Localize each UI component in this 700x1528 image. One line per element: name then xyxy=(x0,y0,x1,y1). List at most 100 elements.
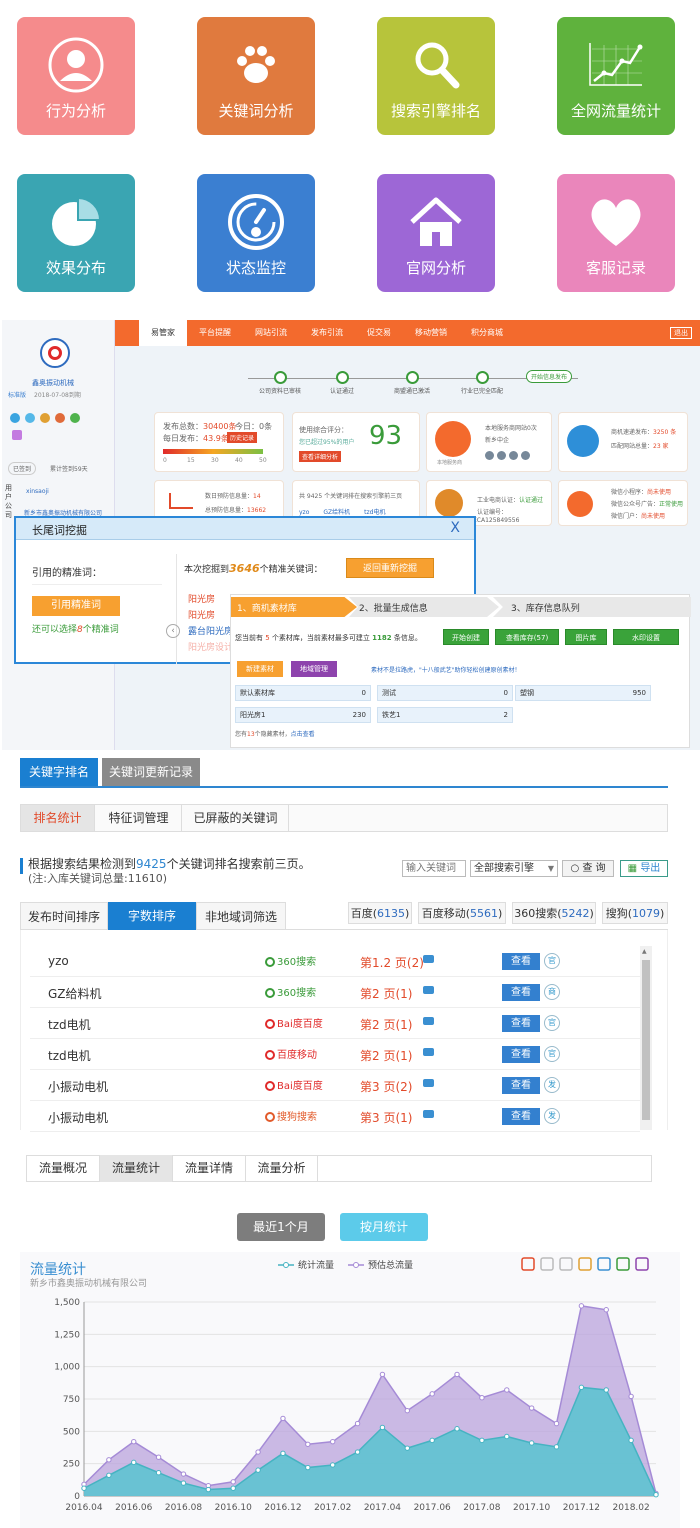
tile-heart[interactable]: 客服记录 xyxy=(557,174,675,292)
view-button[interactable]: 查看 xyxy=(502,953,540,970)
view-button[interactable]: 查看 xyxy=(502,1108,540,1125)
data-point xyxy=(553,1444,560,1450)
traffic-tab-2[interactable]: 流量详情 xyxy=(173,1155,246,1182)
monthly-button[interactable]: 按月统计 xyxy=(340,1213,428,1241)
engine-logo-icon xyxy=(265,1081,275,1091)
nav-tab-4[interactable]: 促交易 xyxy=(355,320,403,346)
badge-icons xyxy=(10,412,100,426)
cite-button[interactable]: 引用精准词 xyxy=(32,596,120,616)
material-cell[interactable]: 铁艺1 2 xyxy=(377,707,513,723)
table-scrollbar[interactable]: ▲ xyxy=(640,946,652,1130)
tile-pie-chart[interactable]: 效果分布 xyxy=(17,174,135,292)
tile-search[interactable]: 搜索引擎排名 xyxy=(377,17,495,135)
region-button[interactable]: 地域管理 xyxy=(291,661,337,677)
material-tip: 素材不是拉路虎，"十八般武艺"助你轻松创建原创素材！ xyxy=(371,667,521,674)
longtail-word[interactable]: 露台阳光房 xyxy=(188,624,233,640)
rerun-button[interactable]: 返回重新挖掘 xyxy=(346,558,434,578)
filter-non-region[interactable]: 非地域词筛选 xyxy=(196,902,286,930)
camera-icon[interactable] xyxy=(423,1017,434,1025)
scroll-up-icon[interactable]: ▲ xyxy=(642,948,647,955)
export-button[interactable]: ▦ 导出 xyxy=(620,860,668,877)
engine-tab-2[interactable]: 360搜索(5242) xyxy=(512,902,596,924)
material-btn-3[interactable]: 水印设置 xyxy=(613,629,679,645)
tile-label: 效果分布 xyxy=(45,259,106,277)
tile-home[interactable]: 官网分析 xyxy=(377,174,495,292)
subtab-rank-stats[interactable]: 排名统计 xyxy=(21,805,95,831)
engine-logo-icon xyxy=(265,1112,275,1122)
check-icon xyxy=(476,371,489,384)
checkin-button[interactable]: 已签到 xyxy=(8,462,37,475)
engine-tab-0[interactable]: 百度(6135) xyxy=(348,902,412,924)
material-cell[interactable]: 塑钢 950 xyxy=(515,685,651,701)
camera-icon[interactable] xyxy=(423,1048,434,1056)
service-city: 新乡中企 xyxy=(485,437,510,444)
material-cell[interactable]: 默认素材库 0 xyxy=(235,685,371,701)
engine-select[interactable]: 全部搜索引擎 ▼ xyxy=(470,860,558,877)
camera-icon[interactable] xyxy=(423,1079,434,1087)
tab-keyword-history[interactable]: 关键词更新记录 xyxy=(102,758,200,786)
material-cell[interactable]: 阳光房1 230 xyxy=(235,707,371,723)
kw-link[interactable]: yzo xyxy=(299,509,309,516)
sort-by-time[interactable]: 发布时间排序 xyxy=(20,902,108,930)
material-btn-2[interactable]: 图片库 xyxy=(565,629,607,645)
kw-link[interactable]: tzd电机 xyxy=(364,509,385,516)
score-detail-button[interactable]: 查看详细分析 xyxy=(299,451,342,462)
new-material-button[interactable]: 新建素材 xyxy=(237,661,283,677)
camera-icon[interactable] xyxy=(423,1110,434,1118)
kw-link[interactable]: GZ给料机 xyxy=(323,509,350,516)
engine-logo-icon xyxy=(265,957,275,967)
last-month-button[interactable]: 最近1个月 xyxy=(237,1213,325,1241)
hidden-link[interactable]: 点击查看 xyxy=(291,731,315,738)
subtab-feature-words[interactable]: 特征词管理 xyxy=(96,805,182,831)
view-button[interactable]: 查看 xyxy=(502,984,540,1001)
history-button[interactable]: 历史记录 xyxy=(227,432,258,443)
nav-tab-6[interactable]: 积分商城 xyxy=(459,320,515,346)
camera-icon[interactable] xyxy=(423,986,434,994)
row-engine-name: Bai度百度 xyxy=(277,1019,323,1030)
legend-label: 统计流量 xyxy=(298,1259,334,1271)
tile-user[interactable]: 行为分析 xyxy=(17,17,135,135)
tile-gauge[interactable]: 状态监控 xyxy=(197,174,315,292)
summary-post: 个关键词排名搜索前三页。 xyxy=(166,857,311,871)
traffic-tab-0[interactable]: 流量概况 xyxy=(27,1155,100,1182)
engine-count: 5561 xyxy=(470,907,498,920)
check-icon xyxy=(274,371,287,384)
nav-tab-1[interactable]: 平台提醒 xyxy=(187,320,243,346)
material-btn-1[interactable]: 查看库存(57) xyxy=(495,629,559,645)
nav-tab-0[interactable]: 易管家 xyxy=(139,320,187,346)
view-button[interactable]: 查看 xyxy=(502,1077,540,1094)
nav-tab-5[interactable]: 移动营销 xyxy=(403,320,459,346)
longtail-word[interactable]: 阳光房设计 xyxy=(188,640,233,656)
material-cell[interactable]: 测试 0 xyxy=(377,685,513,701)
longtail-word[interactable]: 阳光房 xyxy=(188,608,233,624)
wx3-value: 尚未使用 xyxy=(641,513,666,520)
keyword-search-input[interactable] xyxy=(402,860,466,877)
longtail-word[interactable]: 阳光房 xyxy=(188,592,233,608)
subtab-blocked[interactable]: 已屏蔽的关键词 xyxy=(183,805,289,831)
nav-tab-2[interactable]: 网站引流 xyxy=(243,320,299,346)
exit-button[interactable]: 退出 xyxy=(670,327,692,339)
checkin-days: 累计签到59天 xyxy=(50,466,88,473)
sort-by-length[interactable]: 字数排序 xyxy=(108,902,196,930)
view-button[interactable]: 查看 xyxy=(502,1015,540,1032)
material-name: 测试 xyxy=(382,689,396,697)
material-count: 2 xyxy=(503,711,508,719)
view-button[interactable]: 查看 xyxy=(502,1046,540,1063)
query-button[interactable]: ○ 查 询 xyxy=(562,860,614,877)
tab-keyword-rank[interactable]: 关键字排名 xyxy=(20,758,98,786)
service-icon xyxy=(435,421,471,457)
camera-icon[interactable] xyxy=(423,955,434,963)
tile-paw[interactable]: 关键词分析 xyxy=(197,17,315,135)
engine-tab-1[interactable]: 百度移动(5561) xyxy=(418,902,506,924)
traffic-tab-3[interactable]: 流量分析 xyxy=(246,1155,318,1182)
material-btn-0[interactable]: 开始创建 xyxy=(443,629,489,645)
close-icon[interactable]: X xyxy=(450,520,460,536)
traffic-tab-1[interactable]: 流量统计 xyxy=(100,1155,173,1182)
prev-arrow-icon[interactable]: ‹ xyxy=(166,624,180,638)
engine-tab-3[interactable]: 搜狗(1079) xyxy=(602,902,668,924)
x-tick-label: 2018.02 xyxy=(613,1503,650,1513)
summary-sub: (注:入库关键词总量:11610) xyxy=(28,872,167,885)
tile-line-chart[interactable]: 全网流量统计 xyxy=(557,17,675,135)
nav-tab-3[interactable]: 发布引流 xyxy=(299,320,355,346)
check-icon xyxy=(406,371,419,384)
